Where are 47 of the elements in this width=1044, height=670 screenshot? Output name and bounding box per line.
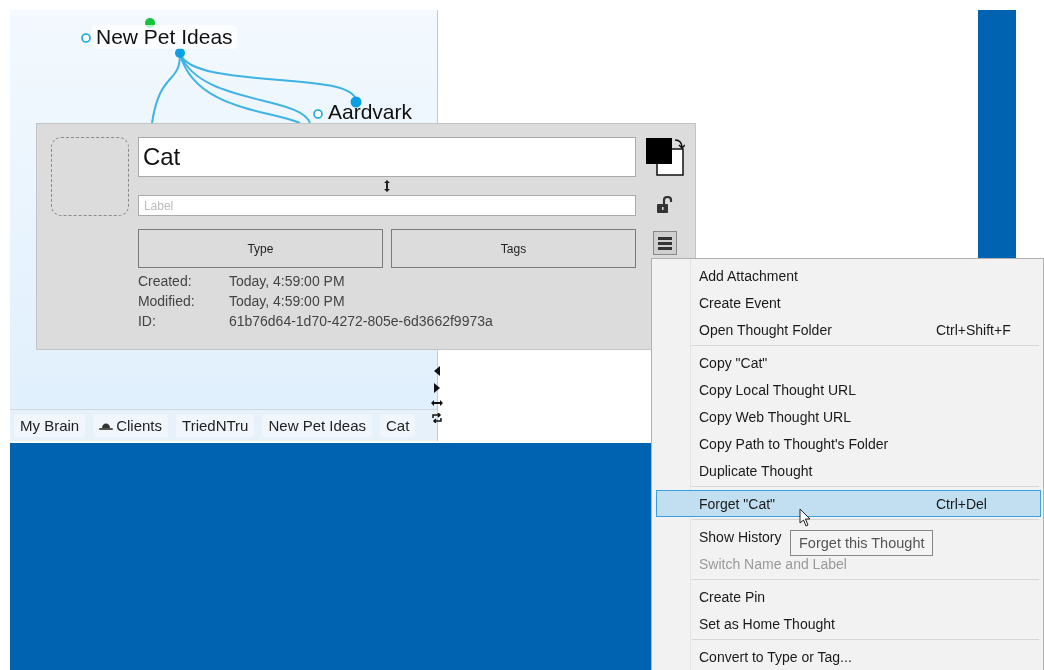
menu-item[interactable]: Create Event	[699, 294, 781, 311]
menu-item[interactable]: Open Thought Folder	[699, 321, 832, 338]
detail-label: ID:	[137, 312, 157, 330]
breadcrumb-item[interactable]: TriedNTru	[176, 414, 255, 437]
mouse-pointer-icon	[799, 508, 812, 527]
node-dot-icon	[81, 33, 91, 43]
detail-label: Created:	[137, 272, 193, 290]
node-handle-icon[interactable]	[175, 48, 185, 58]
color-swatch-icon[interactable]	[645, 137, 685, 177]
menu-item[interactable]: Convert to Type or Tag...	[699, 648, 852, 665]
menu-item[interactable]: Copy Path to Thought's Folder	[699, 435, 889, 452]
breadcrumb-item[interactable]: Cat	[380, 414, 416, 437]
label-field[interactable]: Label	[137, 195, 636, 216]
left-arrow-icon[interactable]	[434, 366, 440, 376]
menu-item[interactable]: Duplicate Thought	[699, 462, 813, 479]
panel-button[interactable]: Type	[137, 229, 383, 268]
hat-icon	[99, 421, 114, 430]
menu-item[interactable]: Show History	[699, 528, 782, 545]
name-field[interactable]: Cat	[137, 137, 636, 177]
menu-item[interactable]: Create Pin	[699, 588, 766, 605]
shortcut-text: Ctrl+Del	[936, 495, 987, 512]
menu-item[interactable]: Forget "Cat" Ctrl+Del	[656, 490, 1041, 517]
menu-item[interactable]: Copy Web Thought URL	[699, 408, 851, 425]
menu-button[interactable]	[653, 231, 677, 255]
resize-vertical-icon[interactable]	[383, 180, 390, 192]
swap-icon[interactable]	[431, 413, 443, 423]
unlocked-padlock-icon[interactable]	[656, 196, 674, 214]
node-dot-icon	[313, 109, 323, 119]
menu-item[interactable]: Copy Local Thought URL	[699, 381, 856, 398]
shortcut-text: Ctrl+Shift+F	[936, 321, 1011, 338]
breadcrumb-item[interactable]: New Pet Ideas	[262, 414, 372, 437]
breadcrumb-item[interactable]: My Brain	[14, 414, 86, 437]
tooltip: Forget this Thought	[790, 530, 934, 556]
thought-node[interactable]: New Pet Ideas	[92, 25, 237, 49]
menu-item[interactable]: Add Attachment	[699, 267, 798, 284]
right-arrow-icon[interactable]	[434, 383, 440, 393]
detail-value: Today, 4:59:00 PM	[228, 292, 346, 310]
resize-horizontal-icon[interactable]	[431, 400, 443, 406]
thought-node[interactable]: Aardvark	[324, 100, 417, 124]
detail-value: 61b76d64-1d70-4272-805e-6d3662f9973a	[228, 312, 494, 330]
menu-icon	[658, 236, 672, 250]
menu-item[interactable]: Copy "Cat"	[699, 354, 768, 371]
menu-item[interactable]: Set as Home Thought	[699, 615, 835, 632]
detail-value: Today, 4:59:00 PM	[228, 272, 346, 290]
panel-button[interactable]: Tags	[390, 229, 636, 268]
breadcrumb-item[interactable]: Clients	[93, 414, 169, 437]
detail-label: Modified:	[137, 292, 196, 310]
